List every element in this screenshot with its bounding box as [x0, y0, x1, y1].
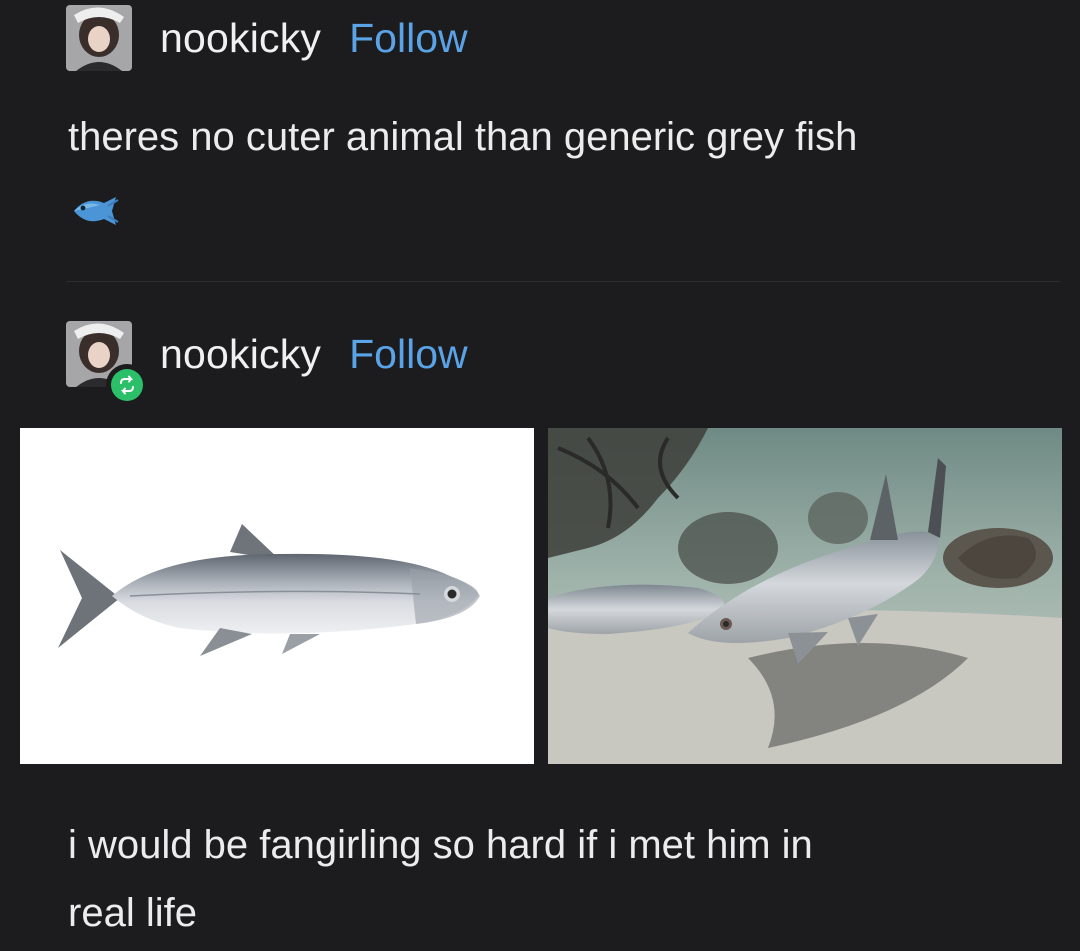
reblog-icon: [106, 364, 148, 406]
avatar[interactable]: [66, 5, 132, 71]
post2-text-line2: real life: [68, 891, 197, 935]
post1-text: theres no cuter animal than generic grey…: [68, 115, 858, 159]
underwater-fish-photo[interactable]: [548, 428, 1062, 764]
username[interactable]: nookicky: [160, 331, 321, 378]
avatar-image: [66, 5, 132, 71]
post2-text-line1: i would be fangirling so hard if i met h…: [68, 823, 813, 867]
grey-fish-photo[interactable]: [20, 428, 534, 764]
post-divider: [66, 281, 1060, 282]
fish-emoji-icon: [70, 194, 124, 233]
follow-button[interactable]: Follow: [349, 15, 467, 62]
follow-button[interactable]: Follow: [349, 331, 467, 378]
post1-header: nookicky Follow: [66, 5, 468, 71]
post2-text: i would be fangirling so hard if i met h…: [68, 816, 813, 942]
username[interactable]: nookicky: [160, 15, 321, 62]
